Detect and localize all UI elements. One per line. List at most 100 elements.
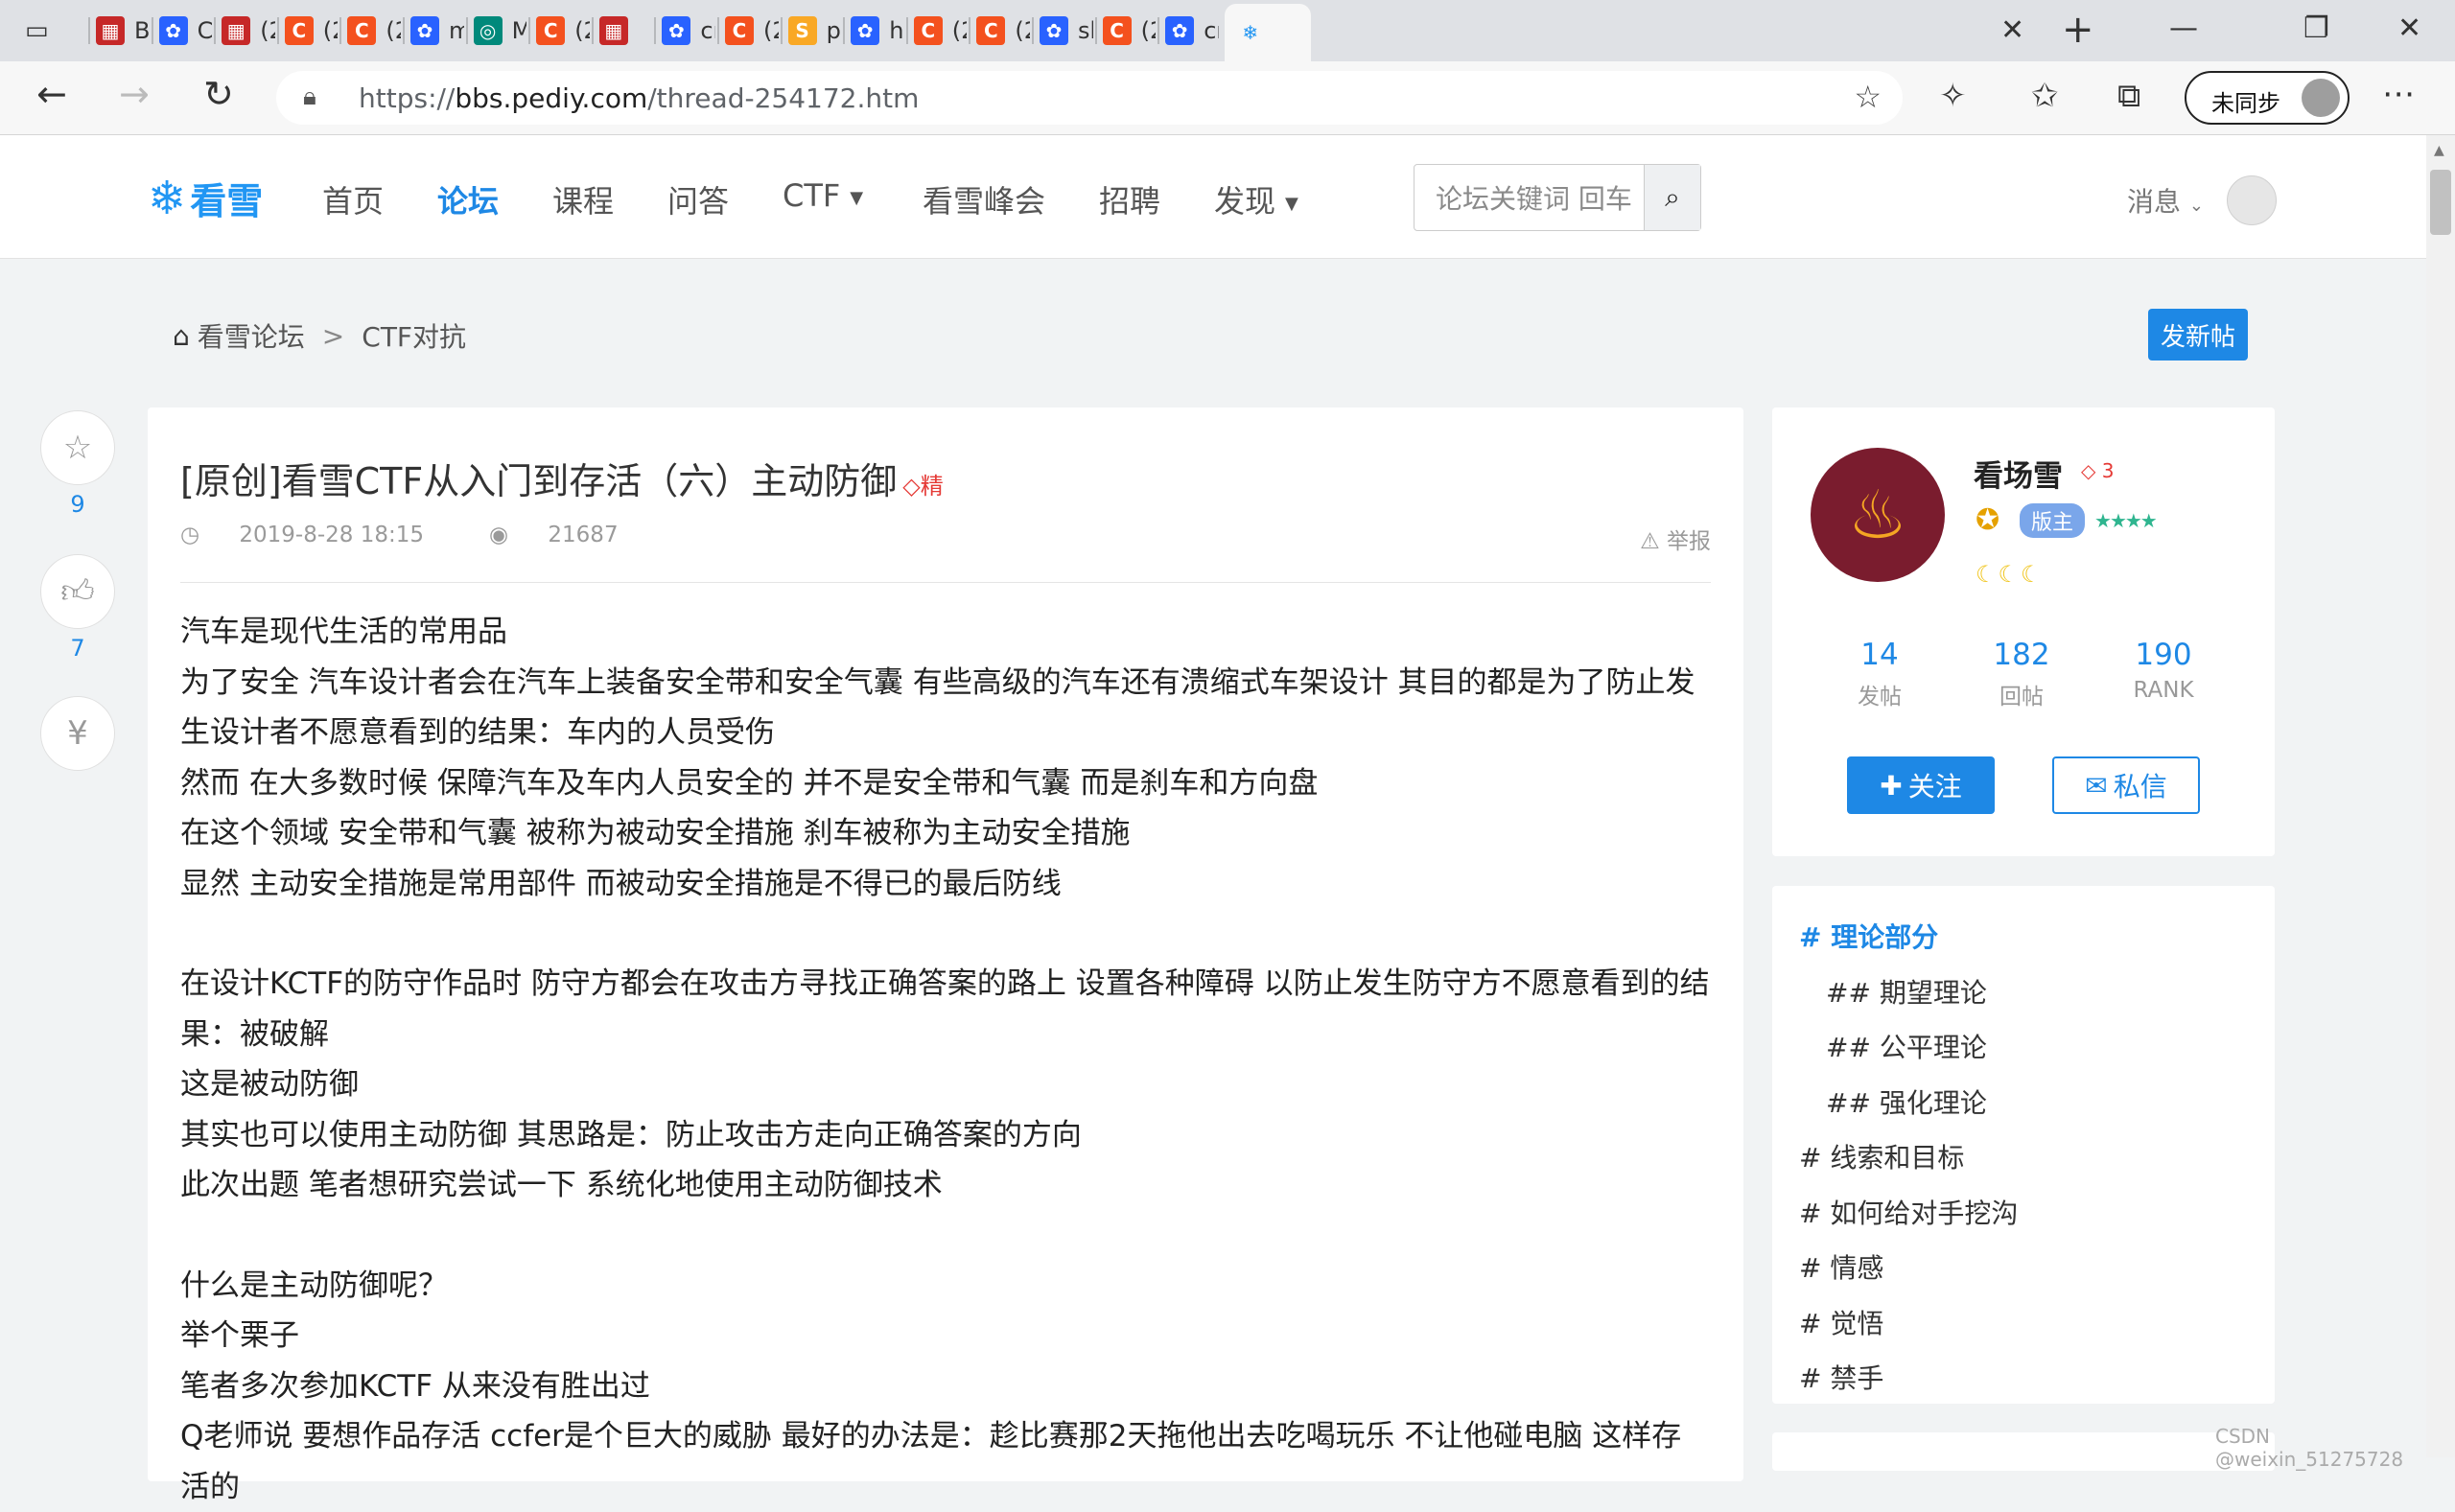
url-text[interactable]: https://bbs.pediy.com/thread-254172.htm — [359, 82, 919, 114]
tab-title: pyt — [826, 17, 842, 44]
moons-icon: ☾☾☾ — [1976, 561, 2044, 588]
tab-favicon-icon: C — [725, 16, 754, 45]
diamond-icon: ◇ — [902, 473, 921, 500]
author-avatar[interactable]: ♨ — [1811, 448, 1945, 582]
breadcrumb-current[interactable]: CTF对抗 — [362, 316, 466, 355]
report-link[interactable]: ⚠ 举报 — [1640, 523, 1711, 555]
tab-separator — [1032, 17, 1034, 44]
browser-tab[interactable]: ✿ cre — [662, 8, 715, 54]
nav-discover[interactable]: 发现 ▼ — [1214, 177, 1298, 221]
tab-title: (2 — [763, 17, 779, 44]
breadcrumb-separator: > — [321, 319, 345, 352]
search-icon[interactable]: ⌕ — [1644, 165, 1700, 230]
stat-posts[interactable]: 14 发帖 — [1822, 638, 1937, 710]
close-tab-icon[interactable]: ✕ — [2000, 13, 2024, 47]
minimize-icon[interactable]: — — [2169, 12, 2198, 45]
messages-menu[interactable]: 消息 ⌄ — [2127, 181, 2204, 220]
thumbs-up-icon: 👍︎ — [60, 571, 95, 611]
tab-separator — [1094, 17, 1097, 44]
browser-tab[interactable]: C (2 — [1102, 8, 1156, 54]
browser-tab[interactable]: ✿ Cra — [158, 8, 212, 54]
browser-tab[interactable]: C (2 — [284, 8, 338, 54]
toc-item[interactable]: ## 公平理论 — [1826, 1027, 1987, 1065]
forum-search: ⌕ — [1414, 164, 1701, 231]
scroll-up-icon[interactable]: ▲ — [2434, 143, 2444, 158]
tab-favicon-icon: C — [1102, 16, 1132, 45]
nav-jobs[interactable]: 招聘 — [1099, 177, 1160, 221]
nav-ctf[interactable]: CTF ▼ — [783, 177, 863, 214]
snowflake-icon: ❄ — [148, 171, 187, 225]
caret-down-icon: ▼ — [1285, 193, 1298, 214]
browser-tab[interactable]: ✿ cry — [1165, 8, 1219, 54]
author-card: ♨ 看场雪 ◇ 3 ✪ 版主 ★★★★ ☾☾☾ 14 发帖 182 回帖 190… — [1772, 407, 2275, 856]
active-browser-tab[interactable]: ❄ — [1224, 4, 1311, 61]
browser-tab[interactable]: ✿ has — [851, 8, 904, 54]
stat-replies[interactable]: 182 回帖 — [1964, 638, 2079, 710]
favorite-button[interactable]: ☆ — [40, 410, 115, 485]
browser-tab[interactable]: C (2 — [536, 8, 590, 54]
nav-summit[interactable]: 看雪峰会 — [923, 177, 1045, 221]
like-count: 7 — [70, 635, 85, 662]
forward-icon[interactable]: → — [119, 73, 150, 115]
nav-courses[interactable]: 课程 — [552, 177, 614, 221]
user-avatar[interactable] — [2227, 175, 2277, 225]
profile-sync-button[interactable]: 未同步 — [2185, 71, 2350, 125]
browser-tab[interactable]: C (2 — [347, 8, 401, 54]
nav-home[interactable]: 首页 — [322, 177, 384, 221]
refresh-icon[interactable]: ↻ — [203, 73, 234, 115]
tab-title: BU — [134, 17, 150, 44]
snowflake-icon: ❄ — [1242, 21, 1259, 44]
browser-tab[interactable]: C (2 — [725, 8, 779, 54]
browser-tab[interactable]: ▦ (2 — [222, 8, 275, 54]
new-tab-button[interactable]: + — [2062, 8, 2094, 52]
browser-tab[interactable]: ◎ MD — [473, 8, 526, 54]
search-input[interactable] — [1434, 180, 1639, 217]
browser-tab[interactable]: C (2 — [913, 8, 967, 54]
address-bar[interactable]: 🔒︎ https://bbs.pediy.com/thread-254172.h… — [276, 71, 1903, 125]
page-scrollbar[interactable]: ▲ — [2426, 135, 2455, 1457]
toc-item[interactable]: # 线索和目标 — [1799, 1137, 1964, 1175]
browser-tab[interactable]: ✿ sha — [1040, 8, 1093, 54]
browser-tab[interactable]: ▦【 — [598, 8, 652, 54]
like-button[interactable]: 👍︎ — [40, 554, 115, 629]
toc-item[interactable]: # 禁手 — [1799, 1358, 1883, 1396]
breadcrumb-home[interactable]: 看雪论坛 — [198, 316, 305, 355]
toc-item[interactable]: # 理论部分 — [1799, 917, 1938, 955]
add-favorite-icon[interactable]: ☆ — [1854, 79, 1882, 115]
toc-item[interactable]: ## 期望理论 — [1826, 972, 1987, 1011]
browser-tab[interactable]: C (2 — [976, 8, 1030, 54]
favorites-icon[interactable]: ✩ — [2031, 77, 2059, 115]
follow-button[interactable]: ✚ 关注 — [1847, 756, 1995, 814]
back-icon[interactable]: ← — [36, 73, 67, 115]
extensions-icon[interactable]: ✧ — [1939, 77, 1967, 115]
chevron-down-icon: ⌄ — [2188, 196, 2205, 216]
author-name[interactable]: 看场雪 — [1974, 452, 2063, 495]
toc-item[interactable]: # 情感 — [1799, 1247, 1883, 1286]
tab-title: cry — [1204, 17, 1219, 44]
browser-tab[interactable]: ▦ BU — [96, 8, 150, 54]
nav-forum[interactable]: 论坛 — [437, 177, 499, 221]
browser-tab[interactable]: Spyt — [787, 8, 842, 54]
site-logo[interactable]: ❄ 看雪 — [148, 172, 263, 224]
window-close-icon[interactable]: ✕ — [2397, 12, 2421, 45]
nav-qa[interactable]: 问答 — [667, 177, 729, 221]
collections-icon[interactable]: ⧉ — [2117, 77, 2140, 115]
restore-icon[interactable]: ❐ — [2303, 12, 2329, 45]
lock-icon[interactable]: 🔒︎ — [303, 82, 316, 112]
tab-favicon-icon: ✿ — [158, 16, 188, 45]
tab-separator — [214, 17, 217, 44]
tab-favicon-icon: C — [536, 16, 566, 45]
toc-item[interactable]: # 如何给对手挖沟 — [1799, 1193, 2018, 1231]
reward-button[interactable]: ¥ — [40, 696, 115, 771]
toc-item[interactable]: ## 强化理论 — [1826, 1082, 1987, 1121]
more-menu-icon[interactable]: ⋯ — [2382, 75, 2415, 113]
scrollbar-thumb[interactable] — [2430, 170, 2451, 235]
new-post-button[interactable]: 发新帖 — [2148, 309, 2248, 361]
private-message-button[interactable]: ✉ 私信 — [2052, 756, 2200, 814]
stat-rank[interactable]: 190 RANK — [2106, 638, 2221, 703]
tab-separator — [1157, 17, 1160, 44]
browser-tab[interactable]: ✿ md — [410, 8, 464, 54]
tab-actions-icon[interactable]: ▭ — [25, 15, 56, 46]
toc-item[interactable]: # 觉悟 — [1799, 1303, 1883, 1341]
